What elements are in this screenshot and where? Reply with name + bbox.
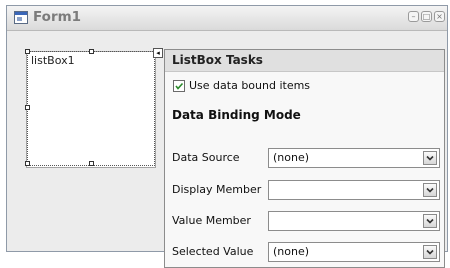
chevron-down-icon[interactable] [423,245,437,259]
close-icon[interactable]: × [434,11,445,22]
resize-handle-bottom[interactable] [89,161,94,166]
smart-tag-glyph[interactable]: ◂ [153,48,163,58]
display-member-label: Display Member [172,183,262,196]
tasks-title: ListBox Tasks [172,53,263,67]
form-title: Form1 [33,9,82,25]
display-member-combo[interactable] [268,180,440,200]
chevron-down-icon[interactable] [423,151,437,165]
maximize-icon[interactable]: □ [421,11,432,22]
selected-value-label: Selected Value [172,245,254,258]
data-source-value: (none) [273,151,310,164]
selected-value-value: (none) [273,245,310,258]
chevron-down-icon[interactable] [423,214,437,228]
data-binding-mode-heading: Data Binding Mode [172,108,301,122]
listbox-tasks-panel: ListBox Tasks Use data bound items Data … [164,49,445,268]
checkmark-icon [175,82,184,90]
form-design-surface[interactable]: listBox1 ◂ ListBox Tasks Use data bound … [7,31,447,268]
use-data-bound-checkbox[interactable] [173,80,185,92]
tasks-header: ListBox Tasks [165,50,444,72]
resize-handle-bottom-left[interactable] [25,161,30,166]
data-source-combo[interactable]: (none) [268,148,440,168]
form-window: Form1 – □ × listBox1 ◂ ListBox Tasks Use… [6,5,448,268]
minimize-icon[interactable]: – [408,11,419,22]
form-icon [14,11,28,24]
title-bar: Form1 – □ × [7,6,447,31]
chevron-down-icon[interactable] [423,183,437,197]
value-member-label: Value Member [172,214,251,227]
use-data-bound-label: Use data bound items [189,79,311,92]
listbox-name: listBox1 [31,54,75,67]
resize-handle-left[interactable] [25,105,30,110]
resize-handle-top-left[interactable] [25,49,30,54]
listbox-control[interactable]: listBox1 [26,51,156,168]
value-member-combo[interactable] [268,211,440,231]
resize-handle-top[interactable] [89,49,94,54]
selected-value-combo[interactable]: (none) [268,242,440,262]
data-source-label: Data Source [172,151,240,164]
